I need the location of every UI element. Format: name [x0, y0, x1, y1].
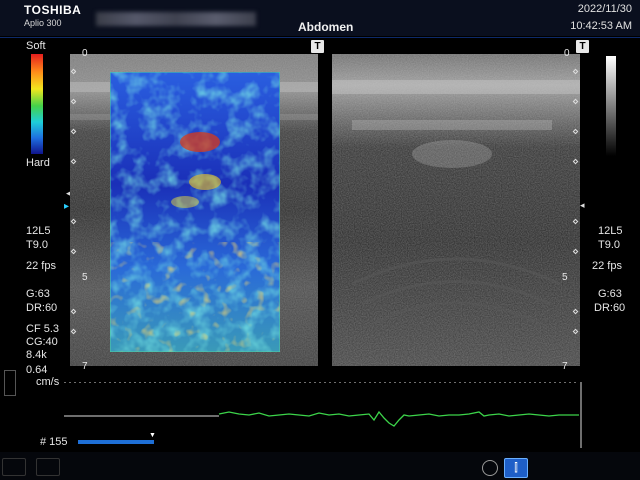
right-dynamic-range: DR:60: [594, 302, 626, 314]
measure-tool-icon[interactable]: ⫿: [504, 458, 528, 478]
velocity-unit: cm/s: [36, 376, 60, 388]
exam-preset: Abdomen: [298, 20, 354, 34]
left-depth-ticks: [70, 68, 77, 335]
elasticity-color-scale: [31, 54, 43, 154]
bottom-toolbar: [0, 452, 640, 480]
date-display: 2022/11/30: [577, 3, 632, 15]
brand-logo: TOSHIBA: [24, 3, 82, 17]
patient-info-redacted: [96, 12, 256, 26]
left-gain: G:63: [26, 288, 50, 300]
scale-soft-label: Soft: [26, 40, 46, 52]
grayscale-bar: [606, 56, 616, 156]
left-depth-5: 5: [82, 272, 88, 283]
frame-number: # 155: [40, 436, 68, 448]
left-probe: 12L5: [26, 225, 51, 237]
right-probe: 12L5: [598, 225, 623, 237]
left-cg: CG:40: [26, 336, 58, 348]
right-ultrasound-image[interactable]: [332, 54, 580, 366]
right-tissue: T9.0: [598, 239, 621, 251]
focus-arrow-icon: ▸: [64, 201, 70, 212]
right-depth-5: 5: [562, 272, 568, 283]
model-name: Aplio 300: [24, 18, 62, 28]
right-image-tag-button[interactable]: T: [576, 40, 589, 53]
right-depth-0: 0: [564, 48, 570, 59]
clock-icon[interactable]: [482, 460, 498, 476]
left-image-tag-button[interactable]: T: [311, 40, 324, 53]
bottom-left-icon-2[interactable]: [36, 458, 60, 476]
right-gain: G:63: [598, 288, 622, 300]
left-cf: CF 5.3: [26, 323, 60, 335]
record-indicator-icon: [4, 370, 16, 396]
image-divider: [318, 54, 332, 366]
bottom-left-icon-1[interactable]: [2, 458, 26, 476]
left-fps: 22 fps: [26, 260, 56, 272]
left-depth-0: 0: [82, 48, 88, 59]
right-depth-7: 7: [562, 361, 568, 372]
elastography-box: [110, 72, 280, 352]
left-ultrasound-image[interactable]: [70, 54, 318, 366]
time-display: 10:42:53 AM: [570, 20, 632, 32]
frame-slider[interactable]: [78, 440, 154, 444]
header-divider: [0, 37, 640, 38]
left-dynamic-range: DR:60: [26, 302, 58, 314]
left-velocity: 0.64: [26, 364, 48, 376]
left-tissue: T9.0: [26, 239, 49, 251]
strain-quality-trace-panel: [64, 381, 584, 448]
right-fps: 22 fps: [592, 260, 622, 272]
scale-hard-label: Hard: [26, 157, 50, 169]
left-prf: 8.4k: [26, 349, 47, 361]
right-bmode-background: [332, 54, 580, 366]
focus-marker-right: ◂: [580, 200, 585, 210]
left-depth-7: 7: [82, 361, 88, 372]
frame-slider-handle-icon[interactable]: ▼: [149, 432, 156, 439]
right-depth-ticks: [572, 68, 579, 335]
strain-trace: [64, 381, 582, 448]
